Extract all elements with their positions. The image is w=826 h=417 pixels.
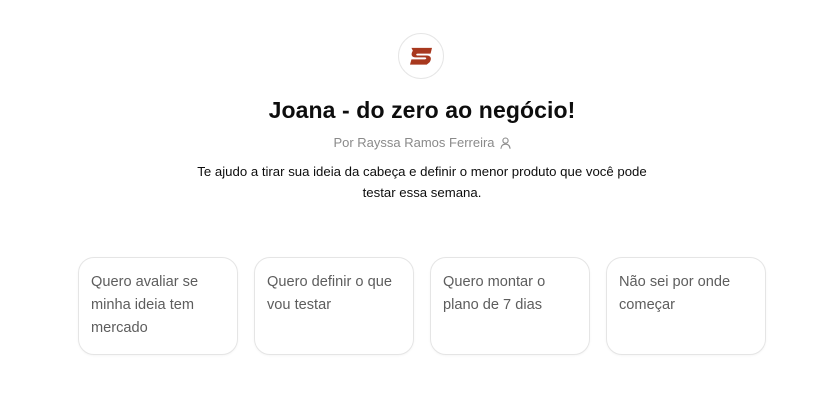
starter-card[interactable]: Não sei por onde começar [606,257,766,355]
starter-card[interactable]: Quero montar o plano de 7 dias [430,257,590,355]
byline-text: Por Rayssa Ramos Ferreira [333,135,495,150]
person-icon [499,137,511,149]
gpt-description: Te ajudo a tirar sua ideia da cabeça e d… [197,164,647,200]
gpt-title: Joana - do zero ao negócio! [268,97,576,123]
s-logo-icon [410,47,432,65]
starter-card[interactable]: Quero avaliar se minha ideia tem mercado [78,257,238,355]
starter-card[interactable]: Quero definir o que vou testar [254,257,414,355]
gpt-avatar [398,33,444,79]
gpt-landing: Joana - do zero ao negócio! Por Rayssa R… [0,0,826,417]
conversation-starters: Quero avaliar se minha ideia tem mercado… [78,257,768,355]
gpt-byline: Por Rayssa Ramos Ferreira [0,134,826,152]
